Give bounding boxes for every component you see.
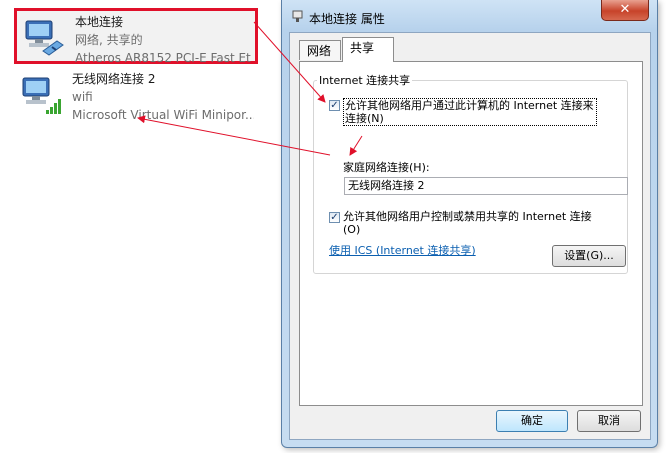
wireless-network-icon	[22, 77, 61, 114]
home-network-field[interactable]: 无线网络连接 2	[344, 177, 628, 195]
properties-dialog: 本地连接 属性 ✕ 网络 共享 Internet 连接共享 ✓ 允许其他网络用户…	[281, 0, 658, 448]
allow-share-checkbox[interactable]: ✓	[329, 100, 340, 111]
sharing-panel: Internet 连接共享 ✓ 允许其他网络用户通过此计算机的 Internet…	[299, 61, 643, 406]
ics-group-title: Internet 连接共享	[317, 72, 413, 88]
connection-status: 网络, 共享的	[75, 33, 143, 47]
ok-button[interactable]: 确定	[496, 410, 568, 432]
allow-control-checkbox[interactable]: ✓	[329, 212, 340, 223]
cancel-button[interactable]: 取消	[577, 410, 641, 432]
connection-device: Atheros AR8152 PCI-E Fast Eth...	[75, 51, 251, 65]
connection-device: Microsoft Virtual WiFi Minipor...	[72, 108, 254, 122]
close-button[interactable]: ✕	[601, 0, 649, 21]
tab-network[interactable]: 网络	[299, 40, 341, 60]
allow-control-label: 允许其他网络用户控制或禁用共享的 Internet 连接(O)	[343, 210, 592, 236]
wired-network-icon	[25, 20, 64, 56]
network-adapter-icon	[292, 10, 303, 22]
connection-name: 本地连接	[75, 15, 124, 29]
ics-help-link[interactable]: 使用 ICS (Internet 连接共享)	[329, 242, 476, 258]
title-bar[interactable]: 本地连接 属性 ✕	[282, 0, 657, 32]
dialog-client: 网络 共享 Internet 连接共享 ✓ 允许其他网络用户通过此计算机的 In…	[289, 32, 651, 440]
dialog-title: 本地连接 属性	[309, 12, 385, 26]
settings-button[interactable]: 设置(G)...	[552, 245, 626, 267]
home-network-label: 家庭网络连接(H):	[343, 161, 430, 174]
connection-local-area[interactable]: 本地连接 网络, 共享的 Atheros AR8152 PCI-E Fast E…	[14, 8, 258, 65]
connection-name: 无线网络连接 2	[72, 72, 156, 86]
tab-sharing[interactable]: 共享	[342, 37, 394, 62]
connection-status: wifi	[72, 90, 93, 104]
connection-wireless-2[interactable]: 无线网络连接 2 wifi Microsoft Virtual WiFi Min…	[14, 70, 258, 126]
allow-share-label: 允许其他网络用户通过此计算机的 Internet 连接来连接(N)	[343, 98, 597, 126]
